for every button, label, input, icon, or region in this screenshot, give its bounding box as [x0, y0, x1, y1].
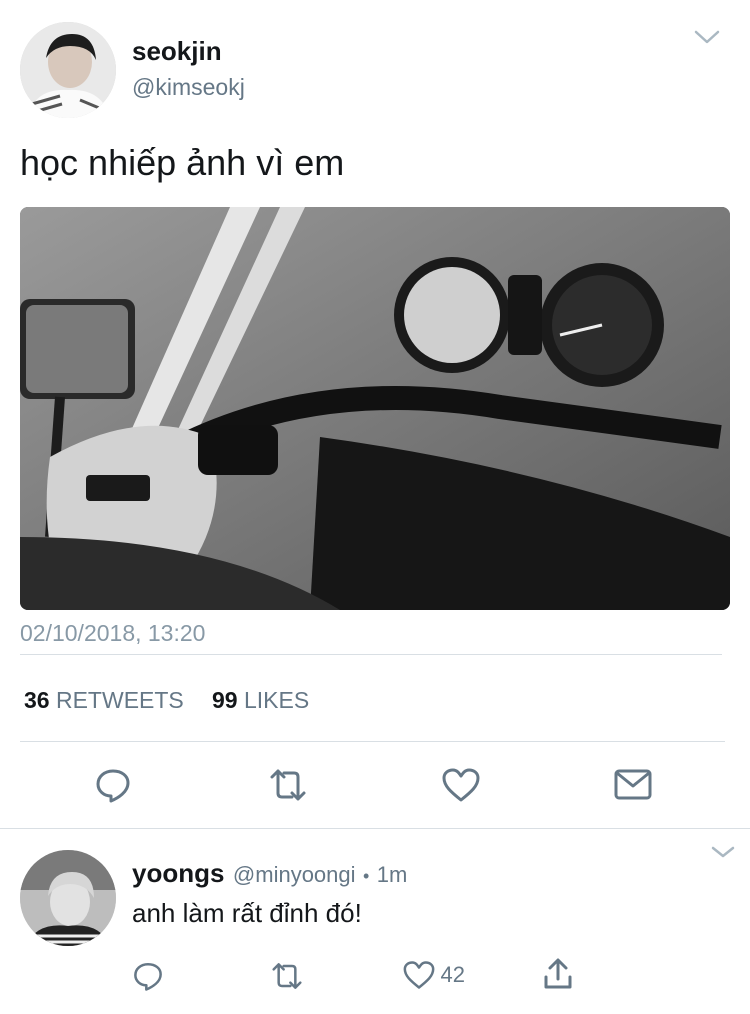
chevron-down-icon[interactable] — [694, 28, 720, 46]
section-divider — [0, 828, 750, 829]
divider — [20, 654, 722, 655]
reply-like-button[interactable]: 42 — [402, 960, 465, 990]
author-handle[interactable]: @kimseokj — [132, 74, 245, 101]
likes-label: LIKES — [243, 687, 310, 713]
tweet-text: học nhiếp ảnh vì em — [20, 142, 345, 183]
reply-header: yoongs @minyoongi • 1m — [132, 858, 407, 889]
reply-time[interactable]: 1m — [377, 862, 408, 887]
likes-count: 99 — [212, 687, 238, 713]
like-icon[interactable] — [441, 767, 481, 803]
reply-like-count: 42 — [440, 962, 465, 987]
divider — [20, 741, 725, 742]
reply-text: anh làm rất đỉnh đó! — [132, 898, 362, 928]
retweet-icon[interactable] — [268, 961, 306, 991]
tweet-media[interactable] — [20, 207, 730, 610]
like-icon — [402, 960, 436, 990]
reply-icon[interactable] — [132, 960, 164, 992]
retweets-label: RETWEETS — [55, 687, 184, 713]
motorcycle-photo — [20, 207, 730, 610]
author-avatar[interactable] — [20, 22, 116, 118]
chevron-down-icon[interactable] — [710, 845, 736, 859]
retweets-count: 36 — [24, 687, 50, 713]
reply-avatar[interactable] — [20, 850, 116, 946]
author-name[interactable]: seokjin — [132, 36, 222, 67]
reply-avatar-photo — [20, 850, 116, 946]
avatar-photo — [20, 22, 116, 118]
reply-author-name[interactable]: yoongs — [132, 858, 224, 888]
reply-icon[interactable] — [94, 766, 132, 804]
reply-separator: • — [362, 866, 370, 886]
retweets-stat[interactable]: 36 RETWEETS — [24, 687, 184, 714]
message-icon[interactable] — [613, 767, 653, 803]
likes-stat[interactable]: 99 LIKES — [212, 687, 309, 714]
share-icon[interactable] — [542, 957, 574, 991]
tweet-timestamp[interactable]: 02/10/2018, 13:20 — [20, 620, 205, 647]
retweet-icon[interactable] — [266, 767, 310, 803]
reply-author-handle[interactable]: @minyoongi — [233, 862, 356, 887]
